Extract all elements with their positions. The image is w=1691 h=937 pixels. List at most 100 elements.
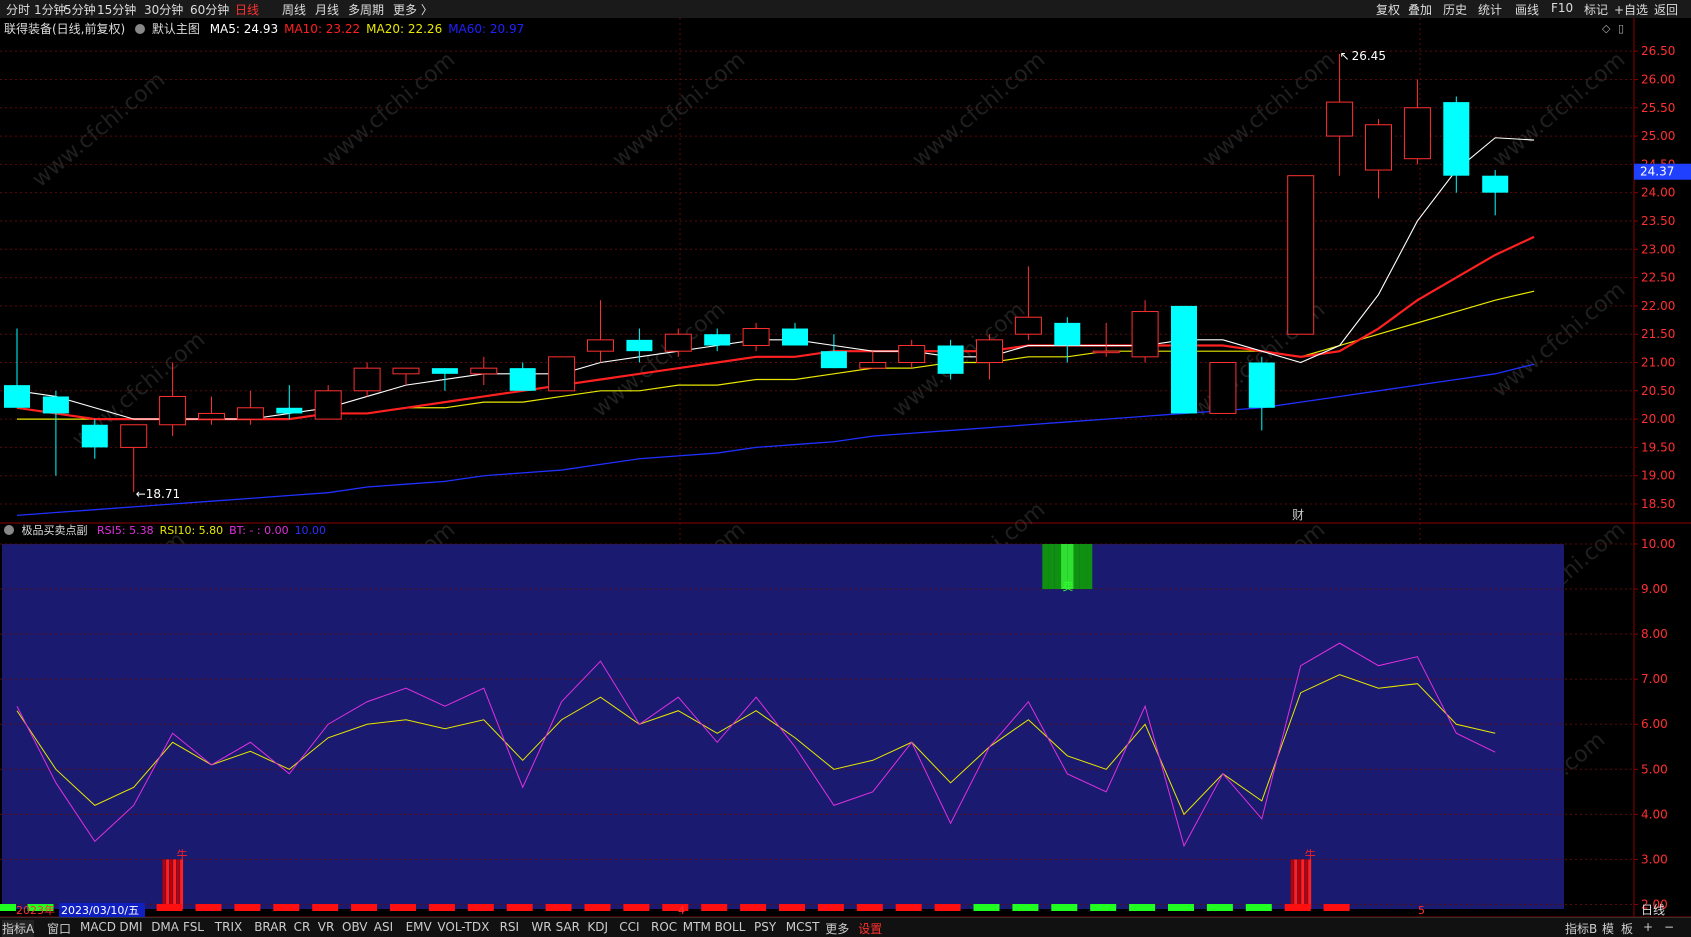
high-arrow: ↖: [1340, 49, 1350, 63]
indicator-tab[interactable]: OBV: [342, 920, 368, 934]
indicator-tab[interactable]: DMA: [151, 920, 179, 934]
state-dot: [1051, 904, 1078, 911]
period-tab[interactable]: 5分钟: [64, 1, 96, 18]
state-dot: [701, 904, 728, 911]
state-dot: [623, 904, 650, 911]
signal-label: 卖: [1062, 580, 1073, 593]
state-dot: [351, 904, 378, 911]
sub-value-label: BT: - : 0.00: [229, 524, 289, 537]
bottom-right-button[interactable]: 板: [1621, 920, 1633, 937]
year-label: 2023年: [16, 903, 55, 917]
state-dot: [1090, 904, 1117, 911]
candle[interactable]: [548, 356, 576, 392]
period-tab[interactable]: 30分钟: [144, 1, 183, 18]
state-dot: [934, 904, 961, 911]
period-tab[interactable]: 日线: [235, 1, 259, 18]
indicator-tab[interactable]: VOL-TDX: [437, 920, 489, 934]
state-dot: [1245, 904, 1272, 911]
indicator-tab[interactable]: MACD: [80, 920, 116, 934]
indicator-tab[interactable]: 窗口: [47, 920, 71, 937]
candle[interactable]: [1287, 175, 1315, 335]
indicator-tab[interactable]: WR: [531, 920, 551, 934]
indicator-tab[interactable]: FSL: [183, 920, 204, 934]
toolbar-button[interactable]: 画线: [1515, 1, 1539, 18]
indicator-tab[interactable]: EMV: [406, 920, 432, 934]
state-dot: [312, 904, 339, 911]
indicator-tab[interactable]: 设置: [858, 920, 882, 937]
indicator-tab[interactable]: TRIX: [215, 920, 242, 934]
indicator-toggle-icon[interactable]: [135, 24, 146, 34]
indicator-tab[interactable]: ROC: [651, 920, 677, 934]
indicator-tab[interactable]: BOLL: [715, 920, 746, 934]
indicator-tab[interactable]: 指标A: [2, 920, 35, 937]
diamond-icon[interactable]: ◇: [1602, 22, 1611, 35]
period-tab[interactable]: 60分钟: [190, 1, 229, 18]
state-dot: [1206, 904, 1233, 911]
indicator-tab[interactable]: RSI: [500, 920, 520, 934]
indicator-tab[interactable]: MCST: [786, 920, 820, 934]
indicator-tab[interactable]: BRAR: [254, 920, 287, 934]
toolbar-button[interactable]: 历史: [1443, 1, 1467, 18]
price-axis-label: 22.50: [1641, 271, 1675, 285]
bottom-right-button[interactable]: 模: [1602, 920, 1614, 937]
toolbar-button[interactable]: 返回: [1654, 1, 1678, 18]
window-icon[interactable]: ▯: [1618, 22, 1624, 35]
state-dot: [1012, 904, 1039, 911]
period-tab[interactable]: 周线: [282, 1, 306, 18]
indicator-tab[interactable]: KDJ: [587, 920, 608, 934]
price-axis-label: 23.00: [1641, 242, 1675, 256]
indicator-tab[interactable]: VR: [318, 920, 335, 934]
candle[interactable]: [1209, 361, 1237, 414]
period-tab[interactable]: 多周期: [348, 1, 384, 18]
toolbar-button[interactable]: +自选: [1614, 1, 1648, 18]
candle[interactable]: [1171, 305, 1197, 414]
low-price-label: ←18.71: [136, 487, 180, 501]
toolbar-button[interactable]: 叠加: [1408, 1, 1432, 18]
state-dot: [1284, 904, 1311, 911]
indicator-tab[interactable]: 更多: [825, 920, 849, 937]
toolbar-button[interactable]: 标记: [1584, 1, 1608, 18]
indicator-tab[interactable]: SAR: [556, 920, 580, 934]
toolbar-button[interactable]: F10: [1551, 1, 1573, 15]
period-tab[interactable]: 分时: [6, 1, 30, 18]
sub-indicator-toggle-icon[interactable]: [4, 525, 14, 535]
bottom-right-button[interactable]: −: [1664, 920, 1674, 934]
period-tab[interactable]: 1分钟: [34, 1, 66, 18]
toolbar-button[interactable]: 复权: [1376, 1, 1400, 18]
candle[interactable]: [937, 339, 964, 380]
price-axis-label: 22.00: [1641, 299, 1675, 313]
sub-axis-label: 9.00: [1641, 582, 1668, 596]
indicator-tab[interactable]: PSY: [754, 920, 776, 934]
bottom-right-button[interactable]: 指标B: [1565, 920, 1597, 937]
main-indicator-name[interactable]: 默认主图: [152, 22, 200, 36]
sub-value-label: 10.00: [294, 524, 327, 537]
state-dot: [779, 904, 805, 911]
period-tab[interactable]: 月线: [315, 1, 339, 18]
sub-header: 极品买卖点副 RSI5: 5.38 RSI10: 5.80 BT: - : 0.00…: [4, 522, 332, 538]
indicator-tab[interactable]: MTM: [683, 920, 711, 934]
sub-axis-label: 4.00: [1641, 807, 1668, 821]
month-mark: 5: [1418, 904, 1425, 917]
state-dot: [740, 904, 767, 911]
toolbar-button[interactable]: 统计: [1478, 1, 1502, 18]
sub-value-label: RSI5: 5.38: [97, 524, 154, 537]
signal-label: 牛: [1305, 847, 1316, 861]
indicator-tab-bar: 指标A 窗口 MACD DMI DMA FSL TRIX BRAR CR VR OBV ASI EMV V…: [0, 917, 1691, 937]
event-marker[interactable]: 财: [1292, 508, 1304, 522]
state-dot: [273, 904, 300, 911]
indicator-tab[interactable]: CR: [294, 920, 311, 934]
date-cursor-label: 2023/03/10/五: [61, 904, 139, 917]
bottom-right-button[interactable]: +: [1643, 920, 1653, 934]
period-tab[interactable]: 15分钟: [97, 1, 136, 18]
indicator-tab[interactable]: ASI: [374, 920, 393, 934]
sub-axis-label: 7.00: [1641, 672, 1668, 686]
period-tab[interactable]: 更多 〉: [393, 1, 433, 18]
indicator-tab[interactable]: DMI: [119, 920, 142, 934]
price-axis-label: 25.00: [1641, 129, 1675, 143]
kline-chart[interactable]: www.cfchi.com www.cfchi.com www.cfchi.com w…: [0, 18, 1691, 935]
state-dot: [1168, 904, 1194, 911]
state-dot: [195, 904, 222, 911]
indicator-tab[interactable]: CCI: [619, 920, 639, 934]
month-mark: 4: [678, 904, 685, 917]
sub-indicator-name[interactable]: 极品买卖点副: [22, 524, 88, 537]
